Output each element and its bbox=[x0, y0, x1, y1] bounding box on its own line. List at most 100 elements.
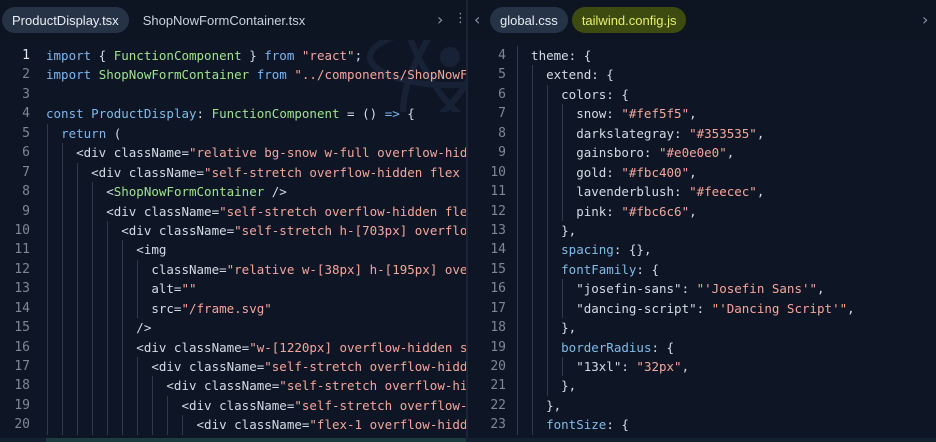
code-line[interactable]: 15 fontFamily: { bbox=[468, 259, 936, 280]
tab-global-css[interactable]: global.css bbox=[490, 7, 568, 33]
code-text: import ShopNowFormContainer from "../com… bbox=[46, 67, 466, 83]
code-text: <div className="w-[1220px] overflow-hidd… bbox=[46, 339, 466, 355]
code-text: pink: "#fbc6c6", bbox=[516, 203, 697, 219]
code-text: <img bbox=[46, 242, 167, 258]
code-text: snow: "#fef5f5", bbox=[516, 106, 697, 122]
tab-tailwind-config[interactable]: tailwind.config.js bbox=[571, 7, 687, 33]
code-text: }, bbox=[516, 320, 577, 336]
right-tab-bar: ‹ global.css tailwind.config.js › bbox=[468, 0, 936, 40]
code-text: fontFamily: { bbox=[561, 261, 659, 277]
code-text: <div className="flex-1 overflow-hidde bbox=[46, 417, 467, 433]
code-line[interactable]: 13 alt="" bbox=[0, 279, 466, 299]
code-text: }, bbox=[516, 222, 577, 238]
line-number: 8 bbox=[22, 184, 30, 200]
code-line[interactable]: 19 borderRadius: { bbox=[468, 337, 936, 357]
line-number: 5 bbox=[498, 67, 506, 83]
code-line[interactable]: 20 "13xl": "32px", bbox=[468, 357, 936, 377]
code-text: <div className="self-stretch overflow-hi… bbox=[46, 203, 466, 219]
code-text: }, bbox=[516, 378, 577, 394]
line-number: 16 bbox=[490, 281, 506, 297]
code-text: <div className="self-stretch overflow-hi… bbox=[46, 378, 466, 394]
chevron-left-icon[interactable]: ‹ bbox=[474, 10, 480, 29]
code-line[interactable]: 5 return ( bbox=[0, 123, 466, 144]
line-number: 13 bbox=[14, 281, 30, 297]
code-line[interactable]: 23 fontSize: { bbox=[468, 415, 936, 435]
tab-product-display[interactable]: ProductDisplay.tsx bbox=[2, 7, 129, 33]
scrollbar-thumb[interactable] bbox=[46, 438, 466, 442]
line-number: 11 bbox=[490, 184, 506, 200]
code-line[interactable]: 10 gold: "#fbc400", bbox=[468, 162, 936, 183]
code-line[interactable]: 18 <div className="self-stretch overflow… bbox=[0, 376, 466, 396]
code-line[interactable]: 13 }, bbox=[468, 220, 936, 241]
code-line[interactable]: 22 }, bbox=[468, 395, 936, 416]
code-line[interactable]: 21 }, bbox=[468, 376, 936, 396]
code-line[interactable]: 7 <div className="self-stretch overflow-… bbox=[0, 162, 466, 183]
line-number: 12 bbox=[14, 261, 30, 277]
tab-shop-now-form-container[interactable]: ShopNowFormContainer.tsx bbox=[133, 7, 316, 33]
code-text: import { FunctionComponent } from "react… bbox=[46, 48, 363, 63]
code-line[interactable]: 6 colors: { bbox=[468, 84, 936, 105]
bottom-scroll-track[interactable] bbox=[0, 438, 936, 442]
code-line[interactable]: 17 "dancing-script": "'Dancing Script'", bbox=[468, 298, 936, 319]
code-editor-left[interactable]: 1 import { FunctionComponent } from "reac… bbox=[0, 46, 466, 435]
code-line[interactable]: 12 className="relative w-[38px] h-[195px… bbox=[0, 259, 466, 280]
editor-pane-left[interactable]: ProductDisplay.tsx ShopNowFormContainer.… bbox=[0, 0, 466, 442]
code-editor-right[interactable]: 4 theme: {5 extend: {6 colors: {7 snow: … bbox=[468, 46, 936, 435]
code-line[interactable]: 20 <div className="flex-1 overflow-hidde bbox=[0, 415, 467, 435]
line-number: 10 bbox=[14, 222, 30, 238]
line-number: 5 bbox=[22, 125, 30, 141]
code-line[interactable]: 4 const ProductDisplay: FunctionComponent… bbox=[0, 104, 466, 123]
code-line[interactable]: 18 }, bbox=[468, 318, 936, 338]
line-number: 20 bbox=[490, 359, 506, 374]
code-text: src="/frame.svg" bbox=[46, 300, 272, 316]
code-line[interactable]: 2 import ShopNowFormContainer from "../co… bbox=[0, 65, 466, 84]
code-line[interactable]: 16 <div className="w-[1220px] overflow-h… bbox=[0, 337, 466, 357]
code-line[interactable]: 5 extend: { bbox=[468, 65, 936, 85]
chevron-right-icon[interactable]: › bbox=[922, 10, 928, 29]
code-line[interactable]: 10 <div className="self-stretch h-[703px… bbox=[0, 220, 466, 241]
code-line[interactable]: 14 spacing: {}, bbox=[468, 240, 936, 260]
code-line[interactable]: 9 <div className="self-stretch overflow-… bbox=[0, 201, 466, 221]
line-number: 2 bbox=[22, 67, 30, 83]
line-number: 6 bbox=[22, 145, 30, 161]
code-line[interactable]: 15 /> bbox=[0, 318, 466, 338]
code-line[interactable]: 8 darkslategray: "#353535", bbox=[468, 123, 936, 144]
code-line[interactable]: 11 lavenderblush: "#feecec", bbox=[468, 182, 936, 202]
code-line[interactable]: 12 pink: "#fbc6c6", bbox=[468, 201, 936, 221]
line-number: 7 bbox=[22, 164, 30, 180]
line-number: 14 bbox=[14, 300, 30, 316]
code-line[interactable]: 14 src="/frame.svg" bbox=[0, 298, 466, 319]
code-text: "dancing-script": "'Dancing Script'", bbox=[516, 300, 855, 316]
editor-pane-right[interactable]: ‹ global.css tailwind.config.js › 4 them… bbox=[468, 0, 936, 442]
code-text: <div className="self-stretch overflow-hi… bbox=[46, 359, 466, 374]
code-line[interactable]: 1 import { FunctionComponent } from "reac… bbox=[0, 46, 466, 65]
line-number: 6 bbox=[498, 86, 506, 102]
code-text: <ShopNowFormContainer /> bbox=[46, 184, 287, 200]
code-line[interactable]: 3 bbox=[0, 85, 466, 104]
code-text: alt="" bbox=[46, 281, 197, 297]
code-text: lavenderblush: "#feecec", bbox=[516, 184, 765, 200]
code-line[interactable]: 8 <ShopNowFormContainer /> bbox=[0, 182, 466, 202]
code-text: <div className="self-stretch h-[703px] o… bbox=[46, 222, 466, 238]
code-text: "josefin-sans": "'Josefin Sans'", bbox=[516, 281, 825, 297]
code-line[interactable]: 19 <div className="self-stretch overflow… bbox=[0, 395, 466, 416]
line-number: 1 bbox=[22, 48, 30, 63]
line-number: 4 bbox=[22, 106, 30, 122]
line-number: 18 bbox=[14, 378, 30, 394]
line-number: 23 bbox=[490, 417, 506, 433]
line-number: 10 bbox=[490, 164, 506, 180]
line-number: 19 bbox=[14, 397, 30, 413]
code-line[interactable]: 16 "josefin-sans": "'Josefin Sans'", bbox=[468, 279, 936, 299]
code-line[interactable]: 4 theme: { bbox=[468, 46, 936, 66]
chevron-right-icon[interactable]: › bbox=[437, 10, 443, 29]
code-text: "13xl": "32px", bbox=[516, 359, 690, 374]
line-number: 13 bbox=[490, 222, 506, 238]
code-line[interactable]: 6 <div className="relative bg-snow w-ful… bbox=[0, 143, 466, 163]
code-line[interactable]: 9 gainsboro: "#e0e0e0", bbox=[468, 143, 936, 163]
code-line[interactable]: 7 snow: "#fef5f5", bbox=[468, 104, 936, 124]
code-text: gold: "#fbc400", bbox=[516, 164, 697, 180]
more-dots-icon[interactable]: ⋮ bbox=[454, 11, 466, 26]
code-line[interactable]: 11 <img bbox=[0, 240, 466, 260]
code-line[interactable]: 17 <div className="self-stretch overflow… bbox=[0, 357, 466, 377]
line-number: 11 bbox=[14, 242, 30, 258]
